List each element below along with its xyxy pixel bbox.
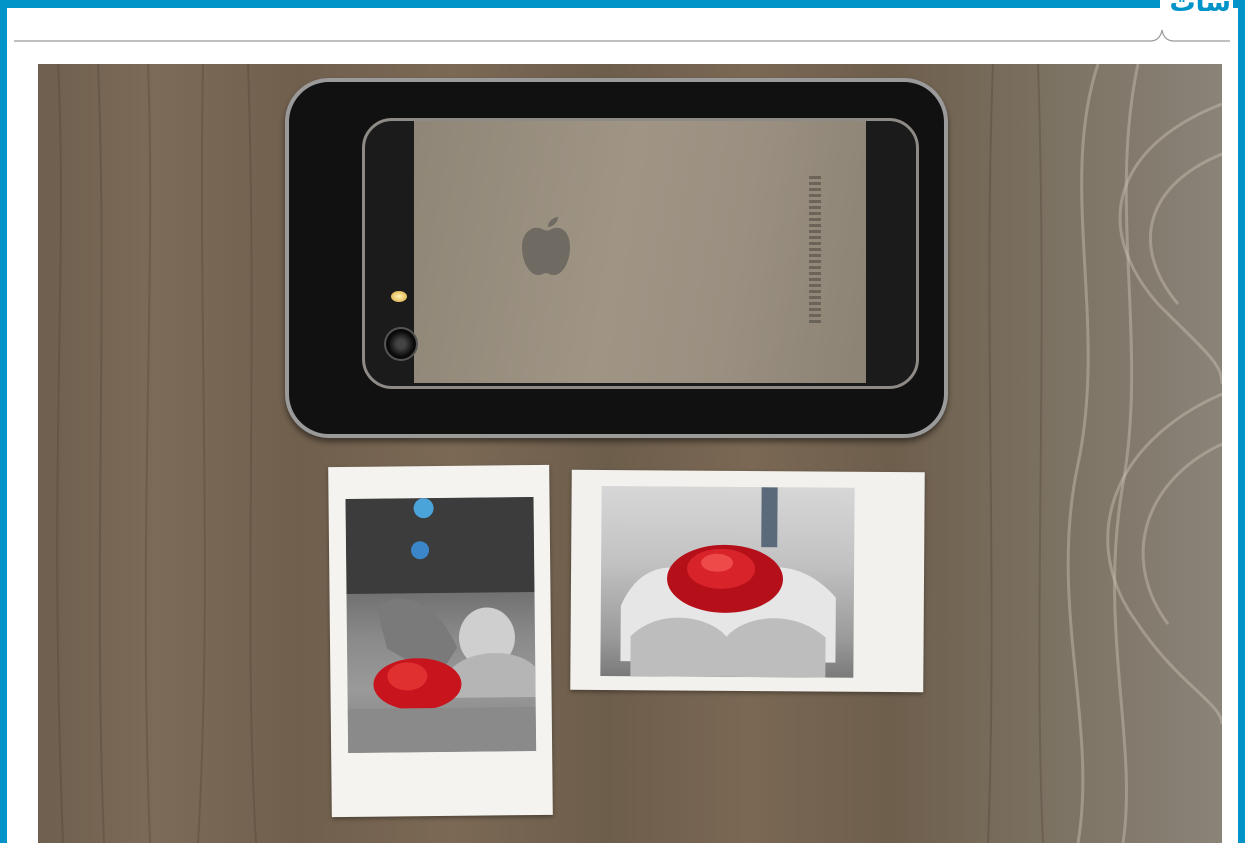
- engraving-marks: [809, 176, 821, 326]
- instant-print-portrait: [328, 464, 553, 818]
- iphone: [362, 118, 919, 389]
- printer-cradle: [285, 78, 948, 438]
- frame-top-bar: [0, 0, 1160, 8]
- iphone-back-plate: [414, 121, 866, 383]
- frame-right-bar: [1238, 0, 1245, 843]
- camera-lens-icon: [384, 327, 418, 361]
- header-divider: [14, 29, 1230, 42]
- instant-print-landscape: [570, 469, 925, 693]
- flash-icon: [391, 291, 407, 302]
- print-landscape-image: [600, 485, 855, 678]
- apple-logo-icon: [522, 217, 570, 275]
- product-photo: [38, 64, 1222, 843]
- frame-left-bar: [0, 0, 7, 843]
- section-title: سات: [1169, 0, 1231, 18]
- print-portrait-image: [345, 497, 537, 753]
